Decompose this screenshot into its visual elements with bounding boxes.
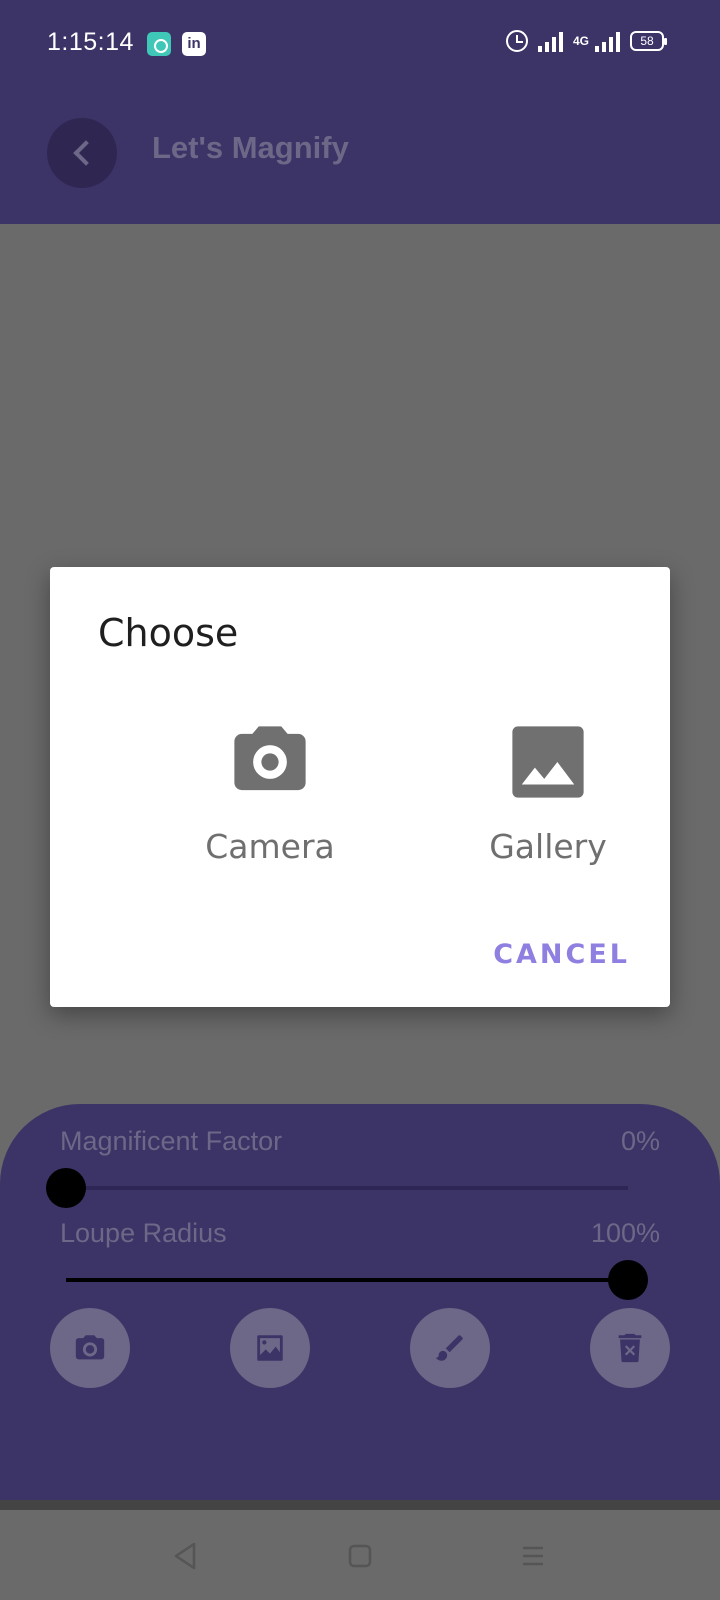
loupe-radius-slider-fill: [66, 1278, 628, 1282]
camera-option-label: Camera: [205, 827, 335, 866]
gallery-button[interactable]: [230, 1308, 310, 1388]
camera-button[interactable]: [50, 1308, 130, 1388]
back-button[interactable]: [47, 118, 117, 188]
controls-panel: [0, 1104, 720, 1500]
cancel-button[interactable]: CANCEL: [493, 939, 630, 970]
page-title: Let's Magnify: [152, 130, 349, 165]
signal-4g-icon: [595, 30, 620, 52]
back-nav-icon[interactable]: [170, 1540, 202, 1572]
status-time: 1:15:14: [47, 28, 134, 56]
alarm-icon: [505, 30, 528, 52]
home-nav-icon[interactable]: [344, 1540, 376, 1572]
delete-icon: [618, 1333, 642, 1363]
choose-dialog: Choose Camera Gallery CANCEL: [50, 567, 670, 1007]
gallery-option[interactable]: Gallery: [438, 717, 658, 866]
system-nav-bar: [0, 1510, 720, 1600]
chevron-left-icon: [73, 140, 99, 166]
app-notification-icon: [147, 32, 171, 56]
network-type: 4G: [572, 34, 589, 48]
battery-icon: 58: [630, 31, 667, 51]
linkedin-icon: in: [182, 32, 206, 56]
status-indicators: 4G 58: [505, 30, 667, 52]
divider: [0, 1500, 720, 1510]
image-icon: [512, 726, 584, 798]
gallery-option-label: Gallery: [489, 827, 607, 866]
brush-icon: [435, 1335, 463, 1361]
magnification-slider[interactable]: [46, 1168, 628, 1208]
magnification-value: 0%: [620, 1126, 660, 1156]
magnification-slider-thumb[interactable]: [46, 1168, 86, 1208]
loupe-radius-value: 100%: [590, 1218, 660, 1248]
app-bar: Let's Magnify: [0, 88, 720, 224]
loupe-radius-slider-thumb[interactable]: [608, 1260, 648, 1300]
gallery-icon: [257, 1335, 283, 1361]
camera-icon: [75, 1335, 105, 1360]
loupe-radius-slider[interactable]: [66, 1260, 648, 1300]
menu-nav-icon[interactable]: [517, 1540, 549, 1572]
status-bar: 1:15:14 in 4G 58: [0, 0, 720, 88]
camera-icon: [234, 726, 306, 791]
brush-button[interactable]: [410, 1308, 490, 1388]
dialog-title: Choose: [98, 611, 239, 655]
delete-button[interactable]: [590, 1308, 670, 1388]
magnification-label: Magnificent Factor: [60, 1126, 283, 1156]
loupe-radius-label: Loupe Radius: [60, 1218, 227, 1248]
signal-icon: [537, 30, 563, 52]
camera-option[interactable]: Camera: [160, 717, 380, 866]
